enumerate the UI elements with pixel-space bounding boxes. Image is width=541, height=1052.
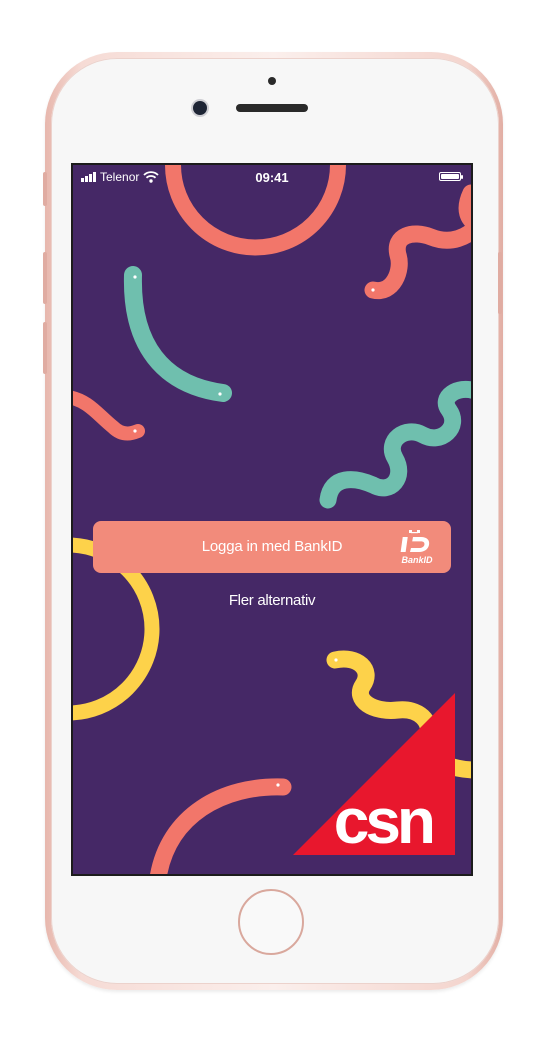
volume-down-button: [43, 322, 47, 374]
bankid-logo-text: BankID: [401, 555, 433, 565]
home-button[interactable]: [238, 889, 304, 955]
front-camera: [193, 101, 207, 115]
app-screen: Telenor 09:41 Logga in med BankID BankID: [71, 163, 473, 876]
coral-arc-bottom: [150, 778, 292, 874]
status-bar: Telenor 09:41: [73, 165, 471, 189]
teal-curve: [123, 266, 232, 402]
csn-logo: csn: [293, 693, 455, 855]
bankid-icon: BankID: [400, 530, 433, 565]
earpiece-speaker: [236, 104, 308, 112]
coral-squiggle-top-right: [364, 220, 471, 300]
coral-squiggle-left: [73, 390, 145, 441]
battery-icon: [439, 172, 463, 181]
csn-logo-text: csn: [334, 785, 433, 855]
status-time: 09:41: [255, 170, 289, 185]
more-options-link[interactable]: Fler alternativ: [73, 592, 471, 609]
coral-curve-right-edge: [458, 184, 471, 231]
power-button: [498, 252, 502, 314]
volume-up-button: [43, 252, 47, 304]
teal-wave: [319, 381, 471, 509]
mute-switch: [43, 172, 47, 206]
login-bankid-button[interactable]: Logga in med BankID BankID: [93, 521, 451, 573]
proximity-sensor: [268, 77, 276, 85]
